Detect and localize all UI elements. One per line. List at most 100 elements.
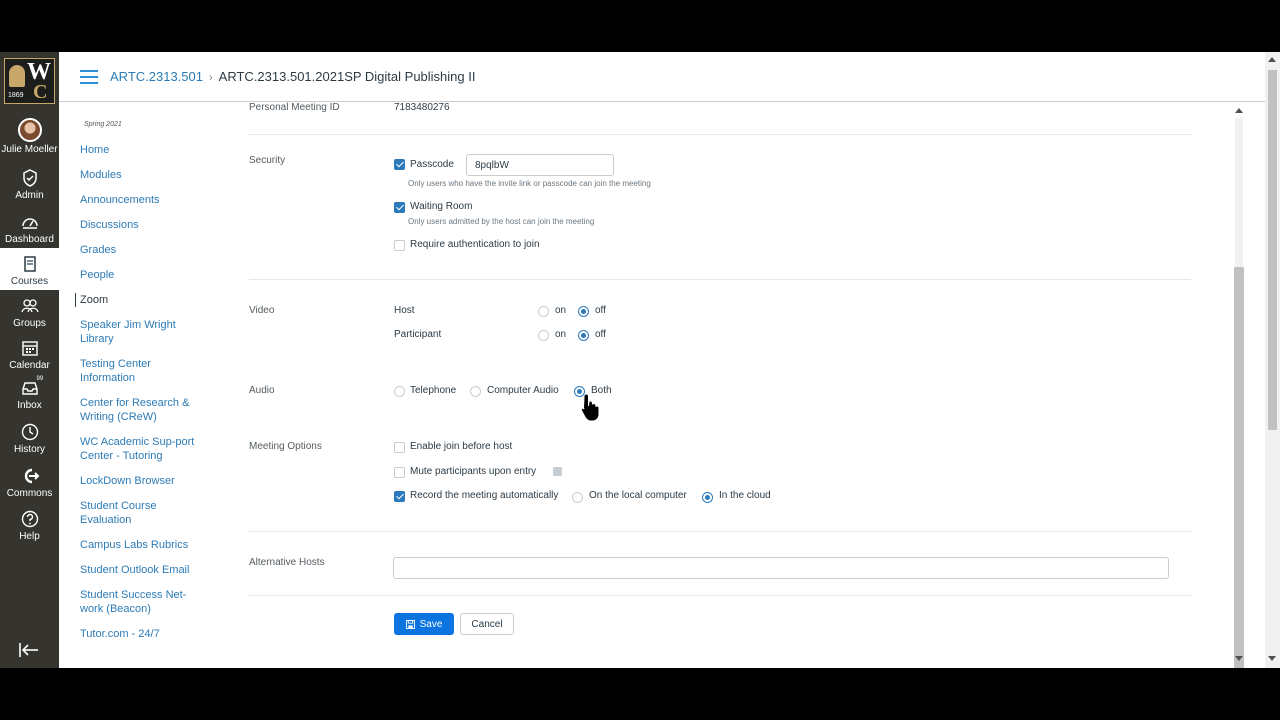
global-nav: W C 1869 Julie Moeller Admin Dashboard C… [0, 52, 59, 668]
course-nav-library[interactable]: Speaker Jim Wright Library [75, 318, 195, 346]
clock-icon [20, 422, 40, 442]
meeting-options-label: Meeting Options [249, 441, 322, 452]
course-nav: Spring 2021 Home Modules Announcements D… [59, 102, 199, 668]
commons-icon [20, 466, 40, 486]
waiting-room-checkbox[interactable] [394, 202, 405, 213]
user-name: Julie Moeller [1, 144, 58, 155]
participant-video-on-label: on [555, 329, 567, 340]
record-cloud-radio[interactable] [702, 492, 713, 503]
audio-telephone-label: Telephone [410, 385, 457, 396]
global-nav-calendar[interactable]: Calendar [0, 338, 59, 371]
waiting-room-label: Waiting Room [410, 201, 473, 212]
zoom-meeting-form: Personal Meeting ID 7183480276 Security … [199, 102, 1245, 668]
pmi-label: Personal Meeting ID [249, 102, 340, 113]
host-video-off-label: off [595, 305, 606, 316]
window-scroll-up-icon[interactable] [1268, 57, 1276, 62]
page-header: ARTC.2313.501 › ARTC.2313.501.2021SP Digit… [59, 52, 1265, 102]
scroll-down-icon[interactable] [1235, 656, 1243, 661]
hand-cursor-icon [580, 392, 604, 424]
course-nav-modules[interactable]: Modules [75, 168, 195, 182]
course-nav-beacon[interactable]: Student Success Net-work (Beacon) [75, 588, 195, 616]
breadcrumb-course-link[interactable]: ARTC.2313.501 [110, 69, 203, 84]
audio-label: Audio [249, 385, 275, 396]
window-scroll-down-icon[interactable] [1268, 656, 1276, 661]
audio-computer-label: Computer Audio [487, 385, 559, 396]
global-nav-inbox[interactable]: 99 Inbox [0, 376, 59, 411]
course-nav-rubrics[interactable]: Campus Labs Rubrics [75, 538, 195, 552]
info-icon[interactable] [553, 467, 562, 476]
record-label: Record the meeting automatically [410, 490, 559, 501]
passcode-input[interactable] [466, 154, 614, 176]
course-nav-evaluation[interactable]: Student Course Evaluation [75, 499, 195, 527]
logo-year: 1869 [8, 92, 24, 99]
host-video-off-radio[interactable] [578, 306, 589, 317]
book-icon [20, 254, 40, 274]
audio-computer-radio[interactable] [470, 386, 481, 397]
divider [249, 531, 1191, 532]
window-scroll-thumb[interactable] [1268, 70, 1277, 430]
global-nav-account[interactable]: Julie Moeller [0, 118, 59, 155]
course-nav-tutoring[interactable]: WC Academic Sup-port Center - Tutoring [75, 435, 195, 463]
course-nav-lockdown-browser[interactable]: LockDown Browser [75, 474, 195, 488]
video-label: Video [249, 305, 275, 316]
cancel-button[interactable]: Cancel [460, 613, 514, 635]
content-scrollbar[interactable] [1232, 104, 1246, 668]
groups-icon [20, 296, 40, 316]
record-local-radio[interactable] [572, 492, 583, 503]
global-nav-help[interactable]: Help [0, 509, 59, 542]
college-logo[interactable]: W C 1869 [4, 58, 55, 104]
mute-checkbox[interactable] [394, 467, 405, 478]
help-icon [20, 509, 40, 529]
course-nav-crew[interactable]: Center for Research & Writing (CReW) [75, 396, 195, 424]
global-nav-history[interactable]: History [0, 422, 59, 455]
global-nav-groups[interactable]: Groups [0, 296, 59, 329]
course-nav-discussions[interactable]: Discussions [75, 218, 195, 232]
save-button[interactable]: Save [394, 613, 454, 635]
course-nav-announcements[interactable]: Announcements [75, 193, 195, 207]
window-scrollbar[interactable] [1265, 52, 1280, 668]
page-title: ARTC.2313.501.2021SP Digital Publishing … [218, 69, 476, 84]
save-icon [405, 619, 415, 629]
passcode-hint: Only users who have the invite link or p… [408, 179, 651, 188]
calendar-icon [20, 338, 40, 358]
participant-video-off-label: off [595, 329, 606, 340]
course-nav-grades[interactable]: Grades [75, 243, 195, 257]
participant-video-on-radio[interactable] [538, 330, 549, 341]
menu-icon[interactable] [80, 70, 98, 84]
scroll-thumb[interactable] [1234, 267, 1244, 668]
passcode-checkbox[interactable] [394, 159, 405, 170]
global-nav-commons[interactable]: Commons [0, 466, 59, 499]
host-video-on-radio[interactable] [538, 306, 549, 317]
record-cloud-label: In the cloud [719, 490, 771, 501]
course-nav-people[interactable]: People [75, 268, 195, 282]
participant-video-off-radio[interactable] [578, 330, 589, 341]
record-checkbox[interactable] [394, 491, 405, 502]
course-nav-testing-center[interactable]: Testing Center Information [75, 357, 195, 385]
alt-hosts-label: Alternative Hosts [249, 557, 325, 568]
require-auth-label: Require authentication to join [410, 239, 540, 250]
security-label: Security [249, 155, 286, 166]
enable-join-label: Enable join before host [410, 441, 513, 452]
require-auth-checkbox[interactable] [394, 240, 405, 251]
course-nav-outlook[interactable]: Student Outlook Email [75, 563, 195, 577]
canvas-screen: W C 1869 Julie Moeller Admin Dashboard C… [0, 52, 1280, 668]
record-local-label: On the local computer [589, 490, 687, 501]
collapse-nav-icon[interactable] [18, 642, 40, 658]
participant-video-label: Participant [394, 329, 442, 340]
divider [249, 279, 1191, 280]
inbox-badge: 99 [36, 376, 44, 382]
inbox-icon: 99 [20, 376, 43, 398]
scroll-up-icon[interactable] [1235, 108, 1243, 113]
global-nav-dashboard[interactable]: Dashboard [0, 212, 59, 245]
chevron-right-icon: › [209, 72, 213, 84]
course-nav-zoom[interactable]: Zoom [75, 293, 195, 307]
course-nav-home[interactable]: Home [75, 143, 195, 157]
audio-telephone-radio[interactable] [394, 386, 405, 397]
alt-hosts-input[interactable] [393, 557, 1169, 579]
global-nav-admin[interactable]: Admin [0, 168, 59, 201]
course-nav-tutor-com[interactable]: Tutor.com - 24/7 [75, 627, 195, 641]
global-nav-courses[interactable]: Courses [0, 248, 59, 290]
enable-join-checkbox[interactable] [394, 442, 405, 453]
divider [249, 595, 1191, 596]
term-label: Spring 2021 [84, 121, 122, 128]
